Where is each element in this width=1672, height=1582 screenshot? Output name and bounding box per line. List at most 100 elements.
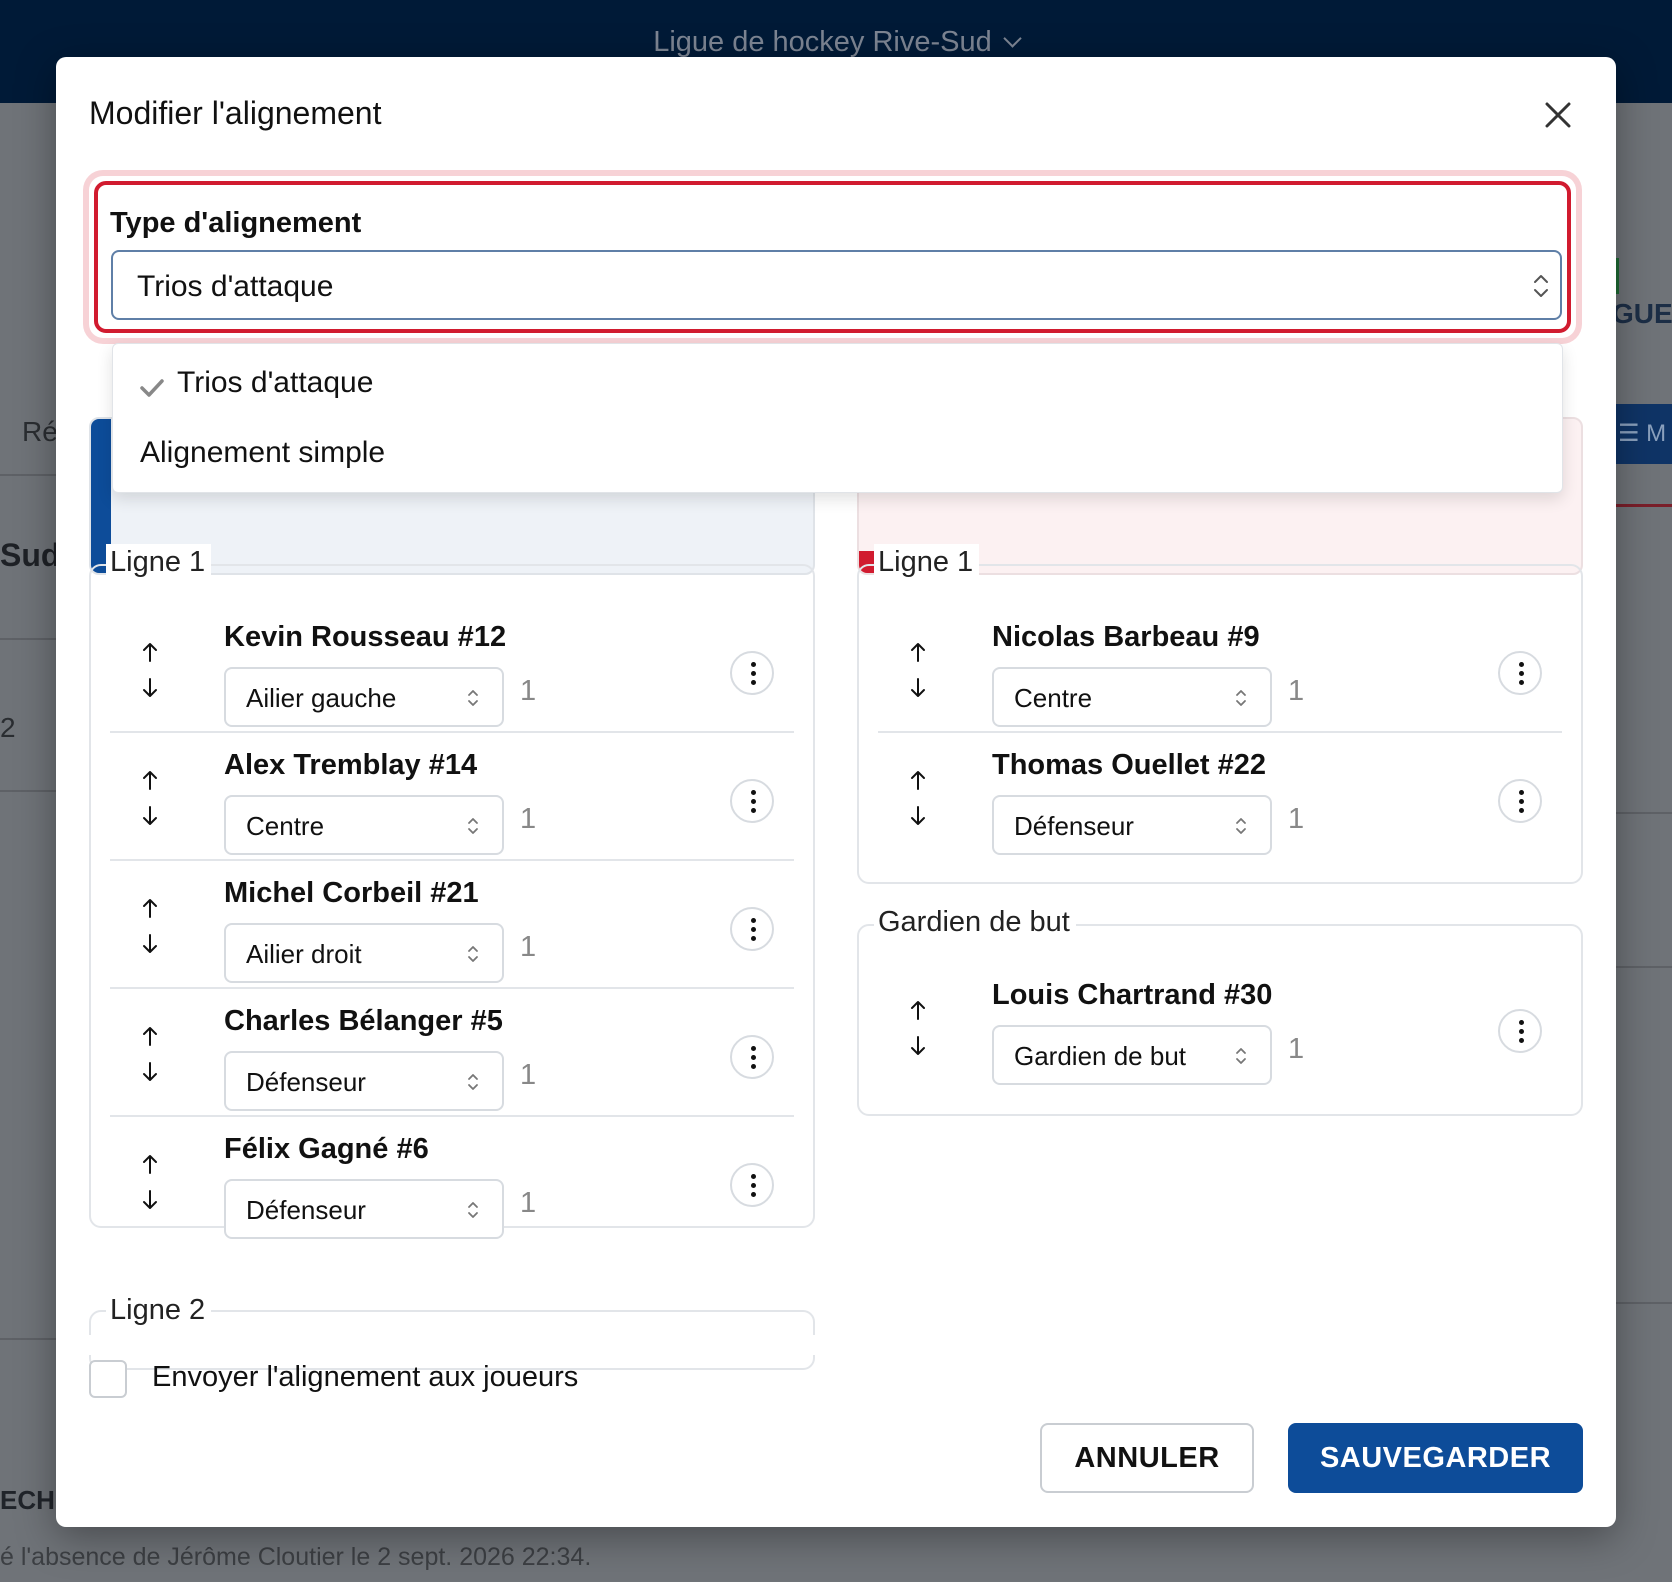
arrow-down-icon[interactable] (140, 1189, 160, 1211)
chevron-down-icon (1003, 29, 1022, 48)
bg-team-fragment: Sud (0, 537, 61, 573)
line-number: 1 (520, 803, 537, 835)
player-name: Nicolas Barbeau #9 (992, 621, 1260, 653)
more-vertical-icon[interactable] (730, 907, 774, 951)
arrow-down-icon[interactable] (908, 805, 928, 827)
dropdown-option-label: Trios d'attaque (177, 366, 374, 399)
arrow-up-icon[interactable] (140, 1025, 160, 1047)
arrow-down-icon[interactable] (140, 805, 160, 827)
arrow-down-icon[interactable] (908, 1035, 928, 1057)
player-name: Charles Bélanger #5 (224, 1005, 503, 1037)
close-icon (1545, 102, 1571, 128)
position-select[interactable]: Ailier droit (224, 923, 504, 983)
arrow-up-icon[interactable] (140, 897, 160, 919)
arrow-down-icon[interactable] (908, 677, 928, 699)
group-legend: Gardien de but (874, 904, 1076, 940)
player-name: Thomas Ouellet #22 (992, 749, 1266, 781)
chevron-up-down-icon (466, 1199, 480, 1221)
more-vertical-icon[interactable] (730, 1163, 774, 1207)
player-name: Félix Gagné #6 (224, 1133, 429, 1165)
line-number: 1 (520, 1059, 537, 1091)
position-select[interactable]: Gardien de but (992, 1025, 1272, 1085)
position-select[interactable]: Ailier gauche (224, 667, 504, 727)
position-value: Défenseur (246, 1195, 366, 1225)
more-vertical-icon[interactable] (1498, 779, 1542, 823)
arrow-down-icon[interactable] (140, 1061, 160, 1083)
league-switcher[interactable]: Ligue de hockey Rive-Sud (0, 26, 1672, 59)
position-value: Défenseur (1014, 811, 1134, 841)
scroll-clip (76, 1335, 836, 1355)
line-number: 1 (1288, 803, 1305, 835)
player-row: Alex Tremblay #14 Centre 1 (110, 733, 794, 861)
bg-label-fragment: ECHI (0, 1485, 63, 1515)
arrow-down-icon[interactable] (140, 677, 160, 699)
lineup-type-select[interactable]: Trios d'attaque (111, 250, 1562, 320)
player-name: Kevin Rousseau #12 (224, 621, 507, 653)
chevron-up-down-icon (1234, 815, 1248, 837)
chevron-up-down-icon (466, 687, 480, 709)
save-button[interactable]: SAUVEGARDER (1288, 1423, 1583, 1493)
group-legend: Ligne 1 (106, 544, 212, 580)
player-name: Louis Chartrand #30 (992, 979, 1273, 1011)
more-vertical-icon[interactable] (730, 1035, 774, 1079)
bg-activity-text: é l'absence de Jérôme Cloutier le 2 sept… (0, 1543, 592, 1571)
chevron-up-down-icon (1533, 272, 1549, 300)
bg-divider (1616, 812, 1672, 814)
arrow-up-icon[interactable] (908, 641, 928, 663)
more-vertical-icon[interactable] (1498, 1009, 1542, 1053)
bg-divider (0, 790, 56, 792)
send-lineup-checkbox[interactable] (89, 1360, 127, 1398)
player-name: Alex Tremblay #14 (224, 749, 478, 781)
dropdown-option-simple[interactable]: Alignement simple (113, 420, 1562, 484)
player-row: Nicolas Barbeau #9 Centre 1 (878, 605, 1562, 733)
league-name: Ligue de hockey Rive-Sud (653, 26, 992, 58)
player-row: Louis Chartrand #30 Gardien de but 1 (878, 963, 1562, 1091)
bg-league-fragment: GUE (1612, 298, 1672, 329)
lineup-type-dropdown: Trios d'attaque Alignement simple (112, 343, 1563, 493)
group-legend: Ligne 1 (874, 544, 980, 580)
player-row: Félix Gagné #6 Défenseur 1 (110, 1117, 794, 1245)
close-button[interactable] (1538, 95, 1578, 135)
position-value: Défenseur (246, 1067, 366, 1097)
position-select[interactable]: Défenseur (224, 1051, 504, 1111)
dropdown-option-trios[interactable]: Trios d'attaque (113, 350, 1562, 414)
more-vertical-icon[interactable] (1498, 651, 1542, 695)
position-select[interactable]: Centre (224, 795, 504, 855)
position-select[interactable]: Centre (992, 667, 1272, 727)
position-select[interactable]: Défenseur (992, 795, 1272, 855)
arrow-up-icon[interactable] (908, 999, 928, 1021)
chevron-up-down-icon (1234, 1045, 1248, 1067)
lineup-type-value: Trios d'attaque (137, 270, 334, 303)
check-icon (139, 372, 165, 406)
arrow-up-icon[interactable] (908, 769, 928, 791)
line-number: 1 (1288, 1033, 1305, 1065)
bg-tab-fragment: Ré (22, 416, 58, 447)
line-number: 1 (1288, 675, 1305, 707)
position-select[interactable]: Défenseur (224, 1179, 504, 1239)
bg-divider (0, 638, 56, 640)
line-number: 1 (520, 1187, 537, 1219)
bg-number-fragment: 2 (0, 712, 16, 743)
player-row: Thomas Ouellet #22 Défenseur 1 (878, 733, 1562, 861)
modal-title: Modifier l'alignement (89, 95, 382, 131)
more-vertical-icon[interactable] (730, 779, 774, 823)
position-value: Gardien de but (1014, 1041, 1187, 1071)
player-row: Kevin Rousseau #12 Ailier gauche 1 (110, 605, 794, 733)
bg-accent-line (1612, 504, 1672, 507)
player-row: Michel Corbeil #21 Ailier droit 1 (110, 861, 794, 989)
player-row: Charles Bélanger #5 Défenseur 1 (110, 989, 794, 1117)
arrow-up-icon[interactable] (140, 641, 160, 663)
group-legend: Ligne 2 (106, 1292, 212, 1328)
arrow-up-icon[interactable] (140, 769, 160, 791)
more-vertical-icon[interactable] (730, 651, 774, 695)
bg-divider (0, 474, 56, 476)
position-value: Centre (1014, 683, 1093, 713)
bg-menu-button: ☰ M (1612, 404, 1672, 464)
bg-divider (1616, 966, 1672, 968)
chevron-up-down-icon (1234, 687, 1248, 709)
type-label: Type d'alignement (110, 207, 362, 239)
bg-divider (0, 1338, 56, 1340)
cancel-button[interactable]: ANNULER (1040, 1423, 1254, 1493)
arrow-up-icon[interactable] (140, 1153, 160, 1175)
arrow-down-icon[interactable] (140, 933, 160, 955)
